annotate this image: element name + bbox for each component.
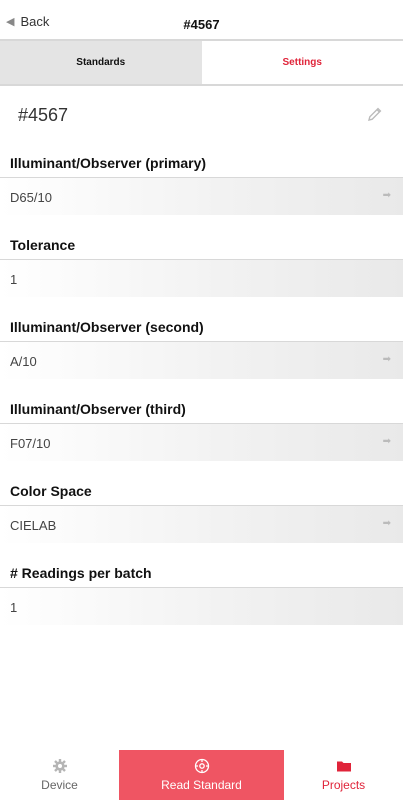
standard-name: #4567 — [18, 105, 69, 125]
tab-standards[interactable]: Standards — [0, 41, 202, 84]
bottom-nav: Device Read Standard Projects — [0, 750, 403, 800]
tab-settings[interactable]: Settings — [201, 41, 403, 84]
readings-per-batch-field[interactable]: 1 — [0, 587, 403, 625]
second-illuminant-field[interactable]: A/10 ➡ — [0, 341, 403, 379]
arrow-right-icon: ➡ — [382, 518, 391, 529]
arrow-right-icon: ➡ — [382, 436, 391, 447]
primary-illuminant-label: Illuminant/Observer (primary) — [10, 155, 207, 171]
third-illuminant-value: F07/10 — [10, 436, 51, 451]
folder-icon — [336, 761, 351, 772]
tab-bar: Standards Settings — [0, 41, 403, 86]
read-standard-button[interactable]: Read Standard — [119, 750, 284, 800]
top-bar: ◀ Back #4567 — [0, 0, 403, 41]
page-title: #4567 — [183, 17, 220, 32]
primary-illuminant-value: D65/10 — [10, 190, 52, 205]
tolerance-field[interactable]: 1 — [0, 259, 403, 297]
color-space-field[interactable]: CIELAB ➡ — [0, 505, 403, 543]
third-illuminant-field[interactable]: F07/10 ➡ — [0, 423, 403, 461]
nav-projects[interactable]: Projects — [284, 750, 403, 800]
nav-device[interactable]: Device — [0, 750, 119, 800]
tolerance-value: 1 — [10, 272, 18, 287]
read-standard-label: Read Standard — [161, 778, 242, 792]
nav-projects-label: Projects — [321, 778, 366, 792]
standard-name-row: #4567 — [0, 88, 403, 142]
second-illuminant-label: Illuminant/Observer (second) — [10, 319, 204, 335]
pencil-icon[interactable] — [367, 106, 383, 122]
arrow-right-icon: ➡ — [382, 354, 391, 365]
crosshair-icon — [194, 758, 209, 774]
arrow-right-icon: ➡ — [382, 190, 391, 201]
color-space-value: CIELAB — [10, 518, 57, 533]
gear-icon — [52, 759, 67, 773]
readings-per-batch-label: # Readings per batch — [10, 565, 152, 581]
nav-device-label: Device — [41, 778, 78, 792]
third-illuminant-label: Illuminant/Observer (third) — [10, 401, 186, 417]
tolerance-label: Tolerance — [10, 237, 76, 253]
readings-per-batch-value: 1 — [10, 600, 18, 615]
primary-illuminant-field[interactable]: D65/10 ➡ — [0, 177, 403, 215]
color-space-label: Color Space — [10, 483, 92, 499]
second-illuminant-value: A/10 — [10, 354, 37, 369]
